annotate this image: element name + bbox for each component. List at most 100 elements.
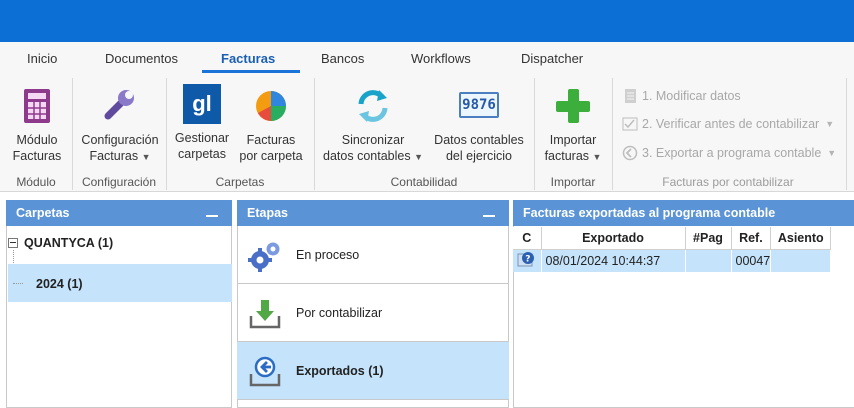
sync-icon <box>358 90 388 122</box>
group-separator <box>314 78 315 190</box>
verificar-button[interactable]: 2. Verificar antes de contabilizar ▼ <box>622 114 834 134</box>
tab-bancos[interactable]: Bancos <box>321 51 364 66</box>
title-bar <box>0 0 854 42</box>
exportar-button[interactable]: 3. Exportar a programa contable ▼ <box>622 143 836 163</box>
gl-logo-icon: gl <box>183 84 221 124</box>
ribbon: Módulo Facturas Módulo Configuración Fac… <box>0 74 854 192</box>
modulo-label-2: Facturas <box>12 149 62 163</box>
group-separator <box>72 78 73 190</box>
tree-root-label: QUANTYCA (1) <box>24 236 114 250</box>
group-carpetas-label: Carpetas <box>215 175 265 189</box>
group-separator <box>846 78 847 190</box>
etapas-title: Etapas <box>247 206 288 220</box>
group-contabilidad-label: Contabilidad <box>390 175 458 189</box>
exportado-cell[interactable]: 08/01/2024 10:44:37 <box>541 249 686 272</box>
group-separator <box>612 78 613 190</box>
col-asiento[interactable]: Asiento <box>770 227 832 250</box>
datos-label-2: del ejercicio <box>445 149 512 163</box>
modificar-datos-button[interactable]: 1. Modificar datos <box>622 86 741 106</box>
porcarpeta-label-2: por carpeta <box>239 149 303 163</box>
dropdown-arrow-icon: ▼ <box>827 148 837 158</box>
tab-dispatcher[interactable]: Dispatcher <box>521 51 583 66</box>
tab-facturas[interactable]: Facturas <box>221 51 275 66</box>
stage-por-contabilizar[interactable]: Por contabilizar <box>237 284 509 342</box>
configuracion-label-1: Configuración <box>81 133 159 147</box>
tree-child-label: 2024 (1) <box>36 277 83 291</box>
sincronizar-datos-button[interactable]: Sincronizar datos contables ▼ <box>318 86 428 165</box>
modificar-label: 1. Modificar datos <box>642 89 741 103</box>
asiento-cell[interactable] <box>770 249 832 272</box>
group-pendientes-label: Facturas por contabilizar <box>662 175 794 189</box>
plus-icon <box>556 89 590 123</box>
stage-label: Por contabilizar <box>296 306 383 320</box>
porcarpeta-label-1: Facturas <box>246 133 296 147</box>
carpetas-title: Carpetas <box>16 206 70 220</box>
export-icon <box>249 356 281 387</box>
importar-label-1: Importar <box>549 133 597 147</box>
col-pag[interactable]: #Pag <box>685 227 732 250</box>
col-exportado[interactable]: Exportado <box>541 227 686 250</box>
importar-facturas-button[interactable]: Importar facturas ▼ <box>538 86 608 165</box>
modulo-facturas-button[interactable]: Módulo Facturas <box>10 86 64 164</box>
ribbon-tabs: Inicio Documentos Facturas Bancos Workfl… <box>0 42 854 74</box>
facturas-title: Facturas exportadas al programa contable <box>523 206 776 220</box>
svg-text:?: ? <box>525 255 530 265</box>
stage-exportados[interactable]: Exportados (1) <box>237 342 509 400</box>
col-c[interactable]: C <box>513 227 542 250</box>
ref-cell[interactable]: 00047 <box>731 249 772 272</box>
group-separator <box>534 78 535 190</box>
minimize-icon[interactable] <box>483 215 495 217</box>
dropdown-arrow-icon: ▼ <box>414 152 423 162</box>
configuracion-facturas-button[interactable]: Configuración Facturas ▼ <box>76 86 164 165</box>
gestionar-label-1: Gestionar <box>174 131 230 145</box>
gestionar-carpetas-button[interactable]: gl Gestionar carpetas <box>170 84 234 162</box>
download-tray-icon <box>249 300 281 329</box>
stage-en-proceso[interactable]: En proceso <box>237 226 509 284</box>
table-header-row: C Exportado #Pag Ref. Asiento <box>513 227 832 250</box>
configuracion-label-2: Facturas <box>89 149 139 163</box>
sincronizar-label-2: datos contables <box>323 149 411 163</box>
verificar-label: 2. Verificar antes de contabilizar <box>642 117 820 131</box>
tab-inicio[interactable]: Inicio <box>27 51 57 66</box>
document-icon <box>625 89 636 103</box>
tree-node-quantyca[interactable]: QUANTYCA (1) <box>8 236 113 250</box>
invoice-module-icon <box>24 89 50 123</box>
facturas-por-carpeta-button[interactable]: Facturas por carpeta <box>237 86 305 164</box>
counter-display: 9876 <box>459 92 499 118</box>
group-configuracion-label: Configuración <box>81 175 157 189</box>
datos-label-1: Datos contables <box>434 133 524 147</box>
help-status-icon: ? <box>517 252 534 267</box>
etapas-header: Etapas <box>237 200 509 226</box>
stage-label: Exportados (1) <box>296 364 384 378</box>
dropdown-arrow-icon: ▼ <box>141 152 151 162</box>
table-row[interactable]: ? 08/01/2024 10:44:37 00047 <box>513 249 832 272</box>
tree-connector <box>13 283 23 284</box>
facturas-header: Facturas exportadas al programa contable <box>513 200 854 226</box>
carpetas-header: Carpetas <box>6 200 232 226</box>
tab-documentos[interactable]: Documentos <box>105 51 178 66</box>
datos-contables-button[interactable]: 9876 Datos contables del ejercicio <box>430 86 528 164</box>
tab-workflows[interactable]: Workflows <box>411 51 471 66</box>
carpetas-pane <box>6 226 232 408</box>
col-ref[interactable]: Ref. <box>731 227 772 250</box>
pie-chart-icon <box>256 91 286 121</box>
stage-label: En proceso <box>296 248 360 262</box>
facturas-table: C Exportado #Pag Ref. Asiento ? 08/01/20… <box>513 227 832 272</box>
status-cell[interactable]: ? <box>513 249 542 272</box>
sincronizar-label-1: Sincronizar <box>341 133 405 147</box>
export-arrow-icon <box>622 145 638 161</box>
importar-label-2: facturas <box>544 149 590 163</box>
calculator-icon: 9876 <box>459 86 499 126</box>
gestionar-label-2: carpetas <box>178 147 226 161</box>
checklist-icon <box>622 117 638 131</box>
minimize-icon[interactable] <box>206 215 218 217</box>
modulo-label-1: Módulo <box>16 133 58 147</box>
group-importar-label: Importar <box>550 175 596 189</box>
group-modulo-label: Módulo <box>16 175 56 189</box>
pag-cell[interactable] <box>685 249 732 272</box>
group-separator <box>166 78 167 190</box>
dropdown-arrow-icon: ▼ <box>592 152 602 162</box>
collapse-icon[interactable] <box>8 238 18 248</box>
wrench-icon <box>104 90 134 120</box>
dropdown-arrow-icon: ▼ <box>825 119 835 129</box>
